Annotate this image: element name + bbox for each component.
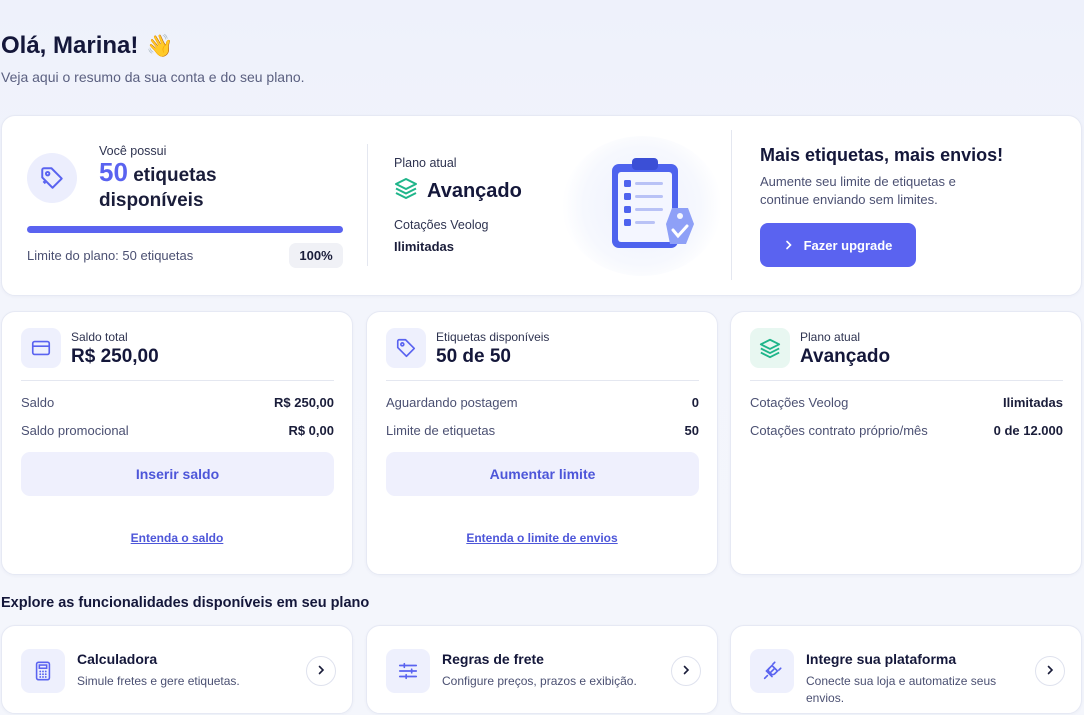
row-value: 0 de 12.000	[993, 423, 1063, 438]
current-plan-label: Plano atual	[394, 156, 457, 170]
divider	[21, 380, 334, 381]
plug-icon	[750, 649, 794, 693]
row-key: Saldo	[21, 395, 55, 410]
feature-card-integrations[interactable]: Integre sua plataforma Conecte sua loja …	[730, 625, 1082, 714]
add-balance-button[interactable]: Inserir saldo	[21, 452, 334, 496]
chevron-right-icon	[784, 238, 794, 253]
greeting-text: Olá, Marina!	[1, 32, 139, 59]
layers-icon	[750, 328, 790, 368]
account-summary-card: Você possui 50 etiquetas disponíveis Lim…	[1, 115, 1082, 296]
percent-badge: 100%	[289, 243, 343, 268]
plan-value: Avançado	[800, 346, 891, 367]
awaiting-post-row: Aguardando postagem 0	[386, 395, 699, 410]
row-key: Cotações Veolog	[750, 395, 849, 410]
divider	[367, 144, 368, 266]
open-integrations-button[interactable]	[1035, 656, 1065, 686]
balance-row: Saldo R$ 250,00	[21, 395, 334, 410]
layers-icon	[394, 176, 418, 206]
labels-label: Etiquetas disponíveis	[436, 330, 550, 344]
page-subtitle: Veja aqui o resumo da sua conta e do seu…	[1, 69, 305, 85]
divider	[731, 130, 732, 280]
upgrade-button-label: Fazer upgrade	[803, 237, 893, 253]
labels-card: Etiquetas disponíveis 50 de 50 Aguardand…	[366, 311, 718, 575]
increase-limit-button[interactable]: Aumentar limite	[386, 452, 699, 496]
plan-label: Plano atual	[800, 330, 861, 344]
available-labels-word-2: disponíveis	[99, 190, 204, 211]
chevron-right-icon	[1045, 662, 1055, 680]
veolog-quotes-row: Cotações Veolog Ilimitadas	[750, 395, 1063, 410]
you-have-label: Você possui	[99, 144, 167, 158]
open-shipping-rules-button[interactable]	[671, 656, 701, 686]
explore-title: Explore as funcionalidades disponíveis e…	[1, 595, 370, 611]
promo-balance-row: Saldo promocional R$ 0,00	[21, 423, 334, 438]
understand-limit-link[interactable]: Entenda o limite de envios	[367, 531, 717, 545]
plan-name: Avançado	[394, 176, 522, 206]
row-value: 50	[684, 423, 699, 438]
row-value: R$ 250,00	[274, 395, 334, 410]
row-key: Saldo promocional	[21, 423, 129, 438]
tag-icon	[386, 328, 426, 368]
clipboard-illustration-icon	[562, 136, 722, 276]
chevron-right-icon	[316, 662, 326, 680]
own-contract-quotes-row: Cotações contrato próprio/mês 0 de 12.00…	[750, 423, 1063, 438]
quotes-value: Ilimitadas	[394, 239, 454, 254]
plan-limit-text: Limite do plano: 50 etiquetas	[27, 248, 194, 263]
upgrade-button[interactable]: Fazer upgrade	[760, 223, 916, 267]
tag-icon	[27, 153, 77, 203]
labels-limit-row: Limite de etiquetas 50	[386, 423, 699, 438]
feature-card-calculator[interactable]: Calculadora Simule fretes e gere etiquet…	[1, 625, 353, 714]
row-value: R$ 0,00	[288, 423, 334, 438]
feature-desc: Conecte sua loja e automatize seus envio…	[806, 674, 997, 705]
plan-card: Plano atual Avançado Cotações Veolog Ili…	[730, 311, 1082, 575]
balance-label: Saldo total	[71, 330, 128, 344]
chevron-right-icon	[681, 662, 691, 680]
divider	[750, 380, 1063, 381]
wave-emoji-icon: 👋	[146, 33, 174, 58]
feature-title: Calculadora	[77, 651, 158, 667]
available-labels-word: etiquetas	[133, 165, 217, 186]
upgrade-title: Mais etiquetas, mais envios!	[760, 145, 1004, 165]
row-value: Ilimitadas	[1003, 395, 1063, 410]
row-key: Limite de etiquetas	[386, 423, 496, 438]
balance-card: Saldo total R$ 250,00 Saldo R$ 250,00 Sa…	[1, 311, 353, 575]
labels-value: 50 de 50	[436, 346, 511, 367]
labels-progress-bar	[27, 226, 343, 233]
plan-name-text: Avançado	[427, 179, 522, 202]
available-labels-heading: 50 etiquetas disponíveis	[99, 157, 217, 213]
row-key: Cotações contrato próprio/mês	[750, 423, 928, 438]
feature-desc: Simule fretes e gere etiquetas.	[77, 674, 240, 688]
open-calculator-button[interactable]	[306, 656, 336, 686]
calculator-icon	[21, 649, 65, 693]
row-value: 0	[691, 395, 699, 410]
page-title: Olá, Marina! 👋	[1, 32, 174, 60]
feature-title: Integre sua plataforma	[806, 651, 957, 667]
quotes-label: Cotações Veolog	[394, 218, 489, 232]
upgrade-text: Aumente seu limite de etiquetas e contin…	[760, 174, 956, 207]
balance-value: R$ 250,00	[71, 346, 159, 367]
sliders-icon	[386, 649, 430, 693]
feature-desc: Configure preços, prazos e exibição.	[442, 674, 637, 688]
understand-balance-link[interactable]: Entenda o saldo	[2, 531, 352, 545]
feature-card-shipping-rules[interactable]: Regras de frete Configure preços, prazos…	[366, 625, 718, 714]
wallet-icon	[21, 328, 61, 368]
available-labels-count: 50	[99, 157, 128, 187]
feature-title: Regras de frete	[442, 651, 544, 667]
divider	[386, 380, 699, 381]
row-key: Aguardando postagem	[386, 395, 518, 410]
